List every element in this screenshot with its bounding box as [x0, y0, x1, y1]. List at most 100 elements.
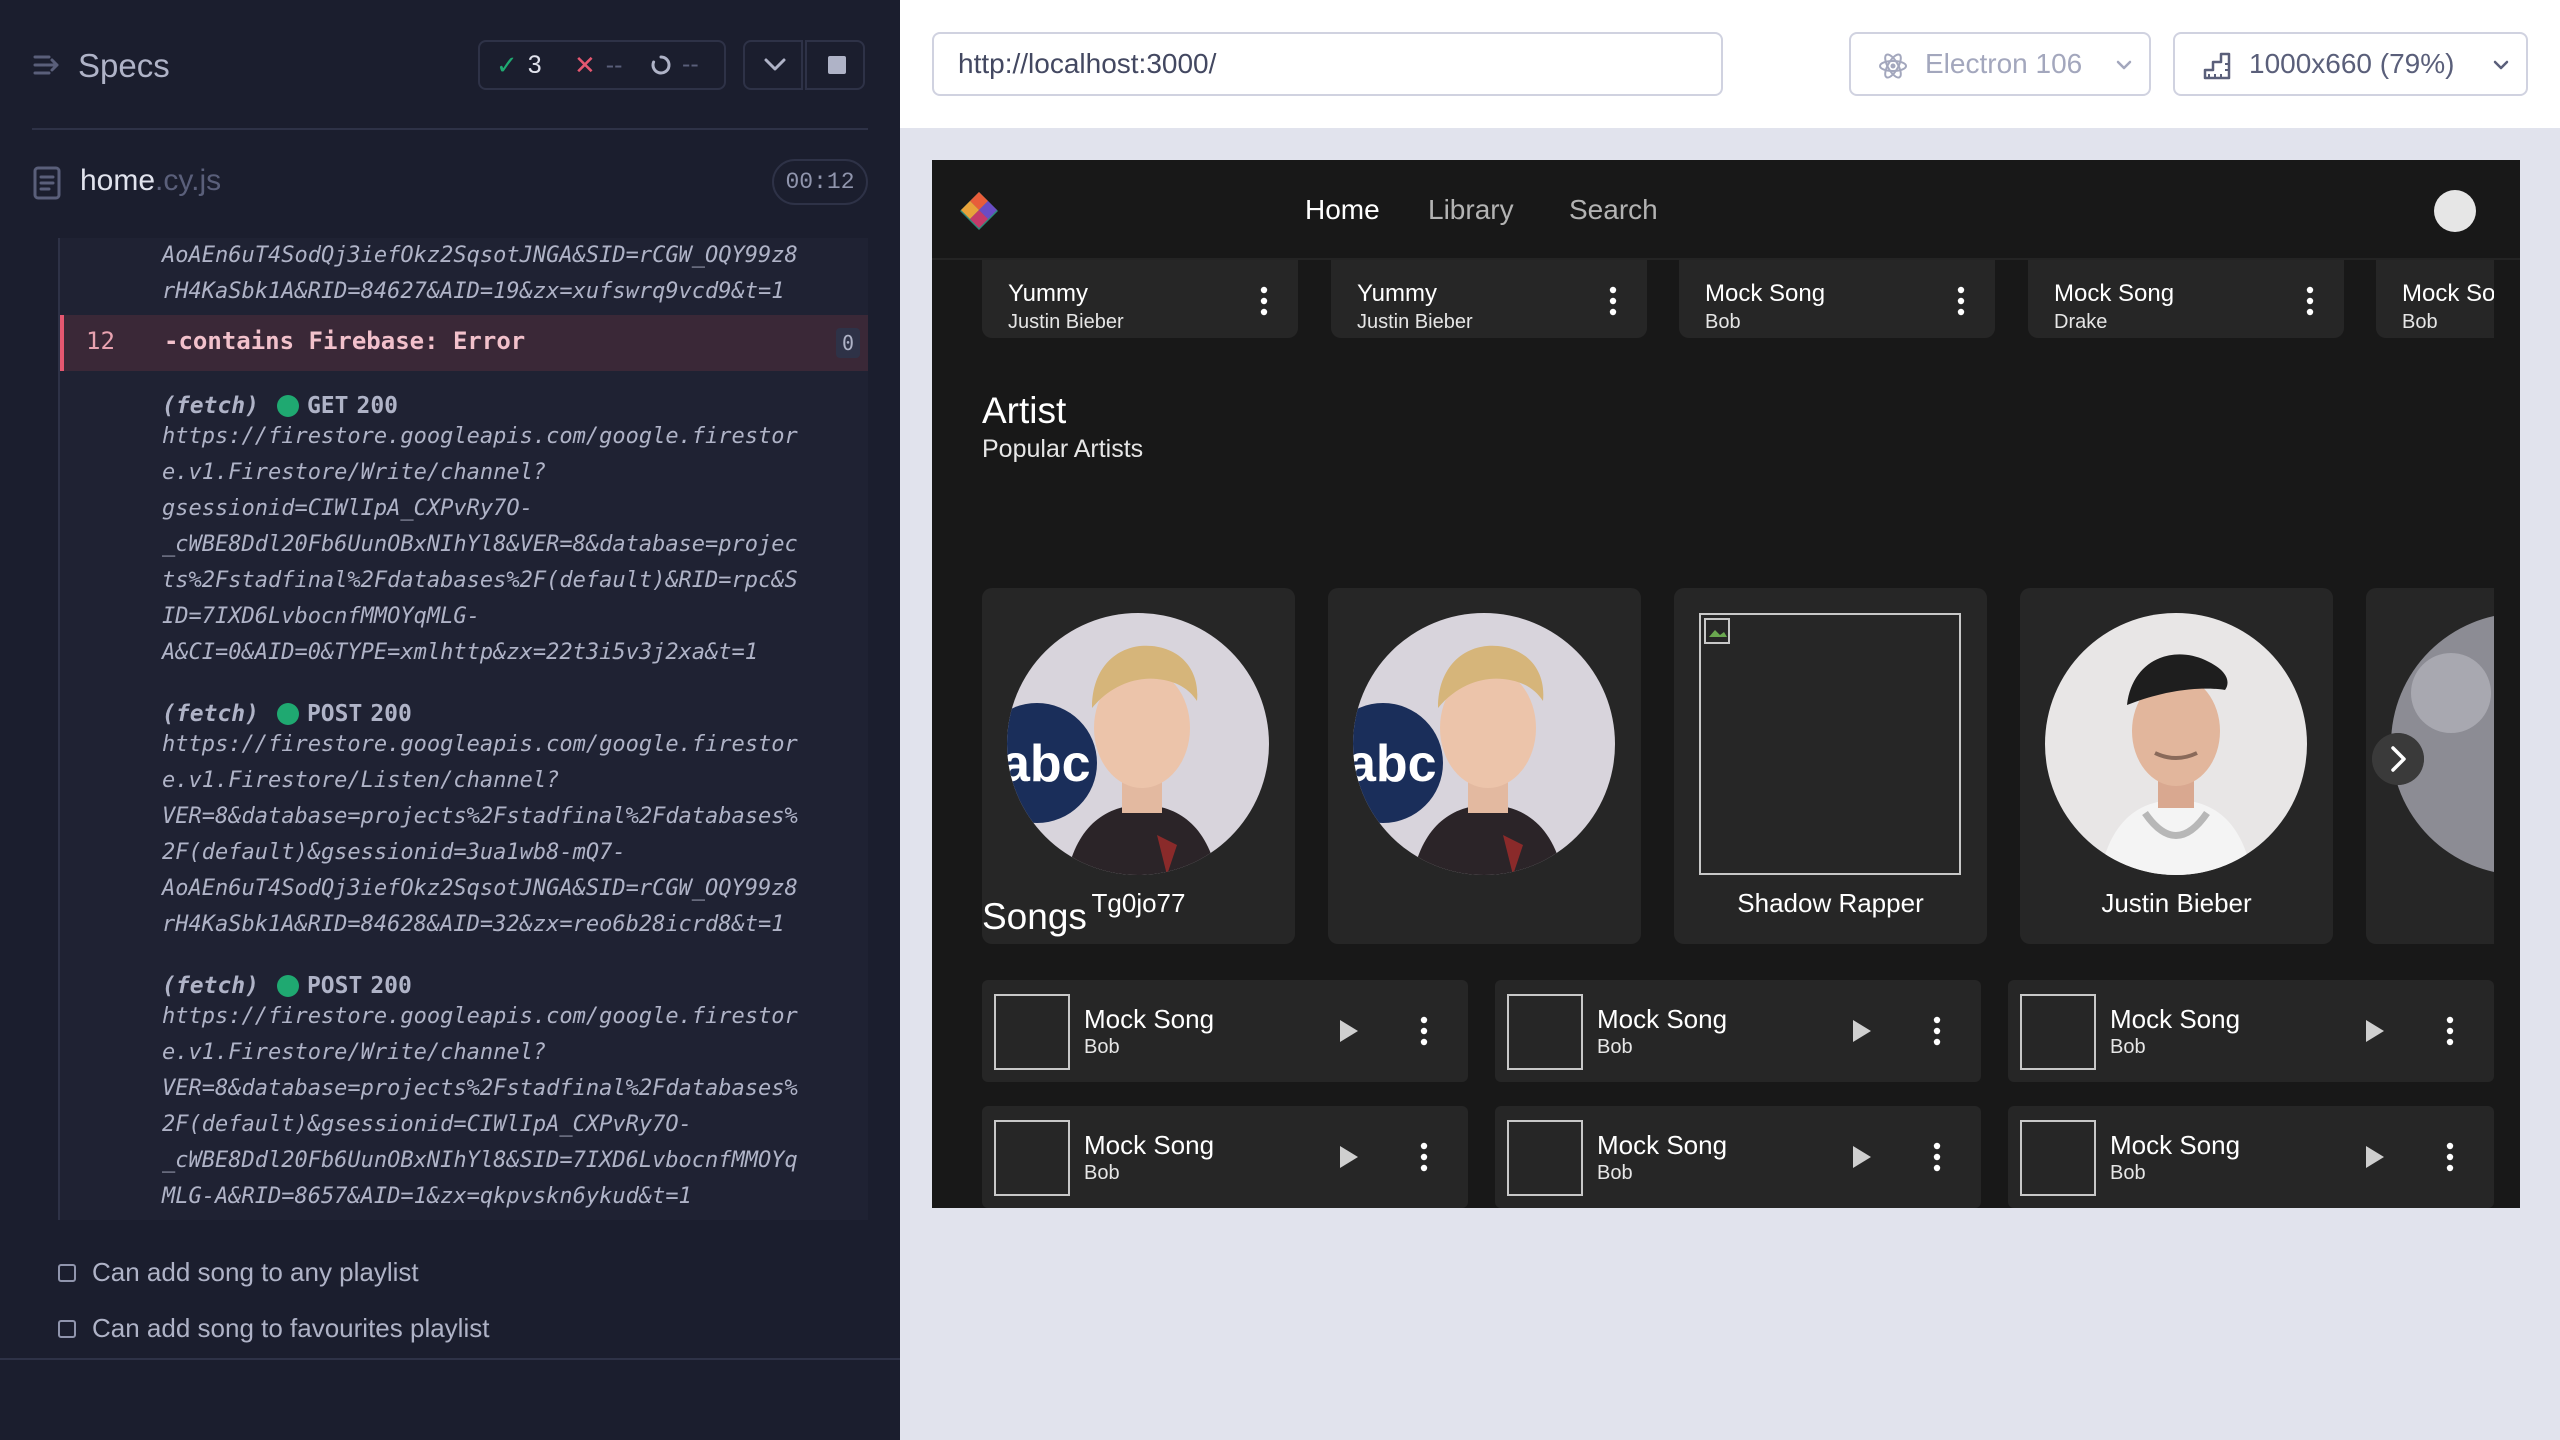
fetch-log-entry[interactable]: (fetch) POST 200 https://firestore.googl… — [162, 701, 868, 943]
log-line: ts%2Fstadfinal%2Fdatabases%2F(default)&R… — [162, 568, 798, 593]
fetch-label: (fetch) — [162, 701, 259, 727]
app-logo-icon[interactable] — [958, 190, 1000, 232]
more-vertical-icon[interactable] — [2446, 1142, 2454, 1172]
song-row[interactable]: Mock Song Bob — [1495, 1106, 1981, 1208]
song-card[interactable]: Mock Song Drake — [2028, 260, 2344, 338]
specs-title[interactable]: Specs — [78, 47, 170, 85]
viewport-selector[interactable]: 1000x660 (79%) — [2173, 32, 2528, 96]
browser-selector[interactable]: Electron 106 — [1849, 32, 2151, 96]
play-icon[interactable] — [1338, 1144, 1360, 1170]
artist-section-subtitle: Popular Artists — [982, 435, 1144, 463]
nav-library[interactable]: Library — [1428, 194, 1514, 226]
play-icon[interactable] — [2364, 1144, 2386, 1170]
play-icon[interactable] — [1851, 1018, 1873, 1044]
log-line: e.v1.Firestore/Write/channel? — [162, 460, 547, 485]
electron-icon — [1879, 53, 1907, 79]
more-vertical-icon[interactable] — [1933, 1142, 1941, 1172]
avatar[interactable] — [2434, 190, 2476, 232]
song-title: Yummy — [1008, 280, 1089, 307]
check-icon: ✓ — [496, 50, 518, 80]
artist-card[interactable]: Shadow Rapper — [1674, 588, 1987, 944]
nav-home[interactable]: Home — [1305, 194, 1380, 226]
log-line: gsessionid=CIWlIpA_CXPvRy7O- — [162, 496, 533, 521]
song-title: Mock Song — [2110, 1130, 2241, 1160]
song-title: Mock Song — [1084, 1004, 1215, 1034]
command-log[interactable]: AoAEn6uT4SodQj3iefOkz2SqsotJNGA&SID=rCGW… — [58, 238, 868, 1220]
fetch-status: 200 — [370, 701, 412, 727]
log-line: rH4KaSbk1A&RID=84627&AID=19&zx=xufswrq9v… — [162, 279, 785, 304]
x-icon: ✕ — [574, 50, 596, 80]
song-card[interactable]: Yummy Justin Bieber — [982, 260, 1298, 338]
app-navbar: Home Library Search — [932, 160, 2520, 260]
song-card[interactable]: Mock Song Bob — [2376, 260, 2494, 338]
chevron-down-icon — [764, 58, 786, 71]
log-line: MLG-A&RID=8657&AID=1&zx=qkpvskn6ykud&t=1 — [162, 1184, 692, 1209]
more-vertical-icon[interactable] — [1933, 1016, 1941, 1046]
log-line: _cWBE8Ddl20Fb6UunOBxNIhYl8&VER=8&databas… — [162, 532, 798, 557]
song-row[interactable]: Mock Song Bob — [982, 1106, 1468, 1208]
collapse-all-button[interactable] — [743, 40, 803, 90]
song-artist: Bob — [1597, 1162, 1633, 1184]
artist-card[interactable]: abc Tg0jo77 — [982, 588, 1295, 944]
footer-divider — [0, 1358, 900, 1360]
artist-card[interactable]: Justin Bieber — [2020, 588, 2333, 944]
pending-count: -- — [650, 50, 699, 79]
more-vertical-icon[interactable] — [2446, 1016, 2454, 1046]
artist-photo: abc — [1353, 613, 1615, 875]
more-vertical-icon[interactable] — [1420, 1142, 1428, 1172]
song-artist: Bob — [2110, 1162, 2146, 1184]
more-vertical-icon[interactable] — [1957, 286, 1965, 316]
passed-value: 3 — [527, 51, 542, 79]
carousel-next-button[interactable] — [2372, 733, 2424, 785]
song-row[interactable]: Mock Song Bob — [1495, 980, 1981, 1082]
fetch-method: GET — [306, 393, 349, 419]
broken-image-icon — [2020, 994, 2096, 1070]
more-vertical-icon[interactable] — [1420, 1016, 1428, 1046]
more-vertical-icon[interactable] — [1609, 286, 1617, 316]
fetch-status: 200 — [356, 393, 399, 419]
fetch-method: POST — [306, 701, 363, 727]
spec-file-row[interactable]: home.cy.js 00:12 — [0, 150, 900, 220]
failed-count: ✕ -- — [574, 50, 622, 81]
test-item[interactable]: Can add song to favourites playlist — [58, 1313, 489, 1344]
song-title: Yummy — [1357, 280, 1438, 307]
log-line: https://firestore.googleapis.com/google.… — [162, 1004, 798, 1029]
fetch-log-entry[interactable]: (fetch) POST 200 https://firestore.googl… — [162, 973, 868, 1215]
chevron-down-icon — [2493, 60, 2509, 70]
stop-button[interactable] — [805, 40, 865, 90]
more-vertical-icon[interactable] — [2306, 286, 2314, 316]
app-under-test-area: http://localhost:3000/ Electron 106 1000… — [900, 0, 2560, 1440]
url-bar[interactable]: http://localhost:3000/ — [932, 32, 1723, 96]
failed-value: -- — [605, 51, 623, 79]
cypress-runner-panel: Specs ✓ 3 ✕ -- -- home.cy.js 00:12 AoAEn… — [0, 0, 900, 1440]
artist-card[interactable]: abc — [1328, 588, 1641, 944]
test-status-icon — [58, 1319, 76, 1338]
test-stats: ✓ 3 ✕ -- -- — [478, 40, 726, 90]
play-icon[interactable] — [2364, 1018, 2386, 1044]
status-dot-icon — [276, 395, 299, 417]
specs-list-toggle-icon[interactable] — [32, 50, 62, 80]
broken-image-icon — [994, 994, 1070, 1070]
fetch-log-entry[interactable]: (fetch) GET 200 https://firestore.google… — [162, 393, 868, 671]
song-artist: Bob — [1597, 1036, 1633, 1058]
more-vertical-icon[interactable] — [1260, 286, 1268, 316]
fetch-url: https://firestore.googleapis.com/google.… — [162, 727, 868, 943]
nav-search[interactable]: Search — [1569, 194, 1658, 226]
song-title: Mock Song — [1705, 280, 1826, 307]
song-card[interactable]: Mock Song Bob — [1679, 260, 1995, 338]
play-icon[interactable] — [1338, 1018, 1360, 1044]
log-line: 2F(default)&gsessionid=CIWlIpA_CXPvRy7O- — [162, 1112, 692, 1137]
passed-count: ✓ 3 — [496, 50, 542, 81]
song-card[interactable]: Yummy Justin Bieber — [1331, 260, 1647, 338]
fetch-header: (fetch) GET 200 — [162, 393, 868, 419]
song-row[interactable]: Mock Song Bob — [982, 980, 1468, 1082]
song-row[interactable]: Mock Song Bob — [2008, 980, 2494, 1082]
play-icon[interactable] — [1851, 1144, 1873, 1170]
log-line: VER=8&database=projects%2Fstadfinal%2Fda… — [162, 1076, 798, 1101]
song-artist: Justin Bieber — [1008, 311, 1124, 333]
contains-command-row[interactable]: 12 -contains Firebase: Error 0 — [60, 315, 868, 371]
test-item[interactable]: Can add song to any playlist — [58, 1257, 419, 1288]
ruler-icon — [2203, 52, 2231, 80]
song-row[interactable]: Mock Song Bob — [2008, 1106, 2494, 1208]
song-artist: Bob — [2402, 311, 2438, 333]
